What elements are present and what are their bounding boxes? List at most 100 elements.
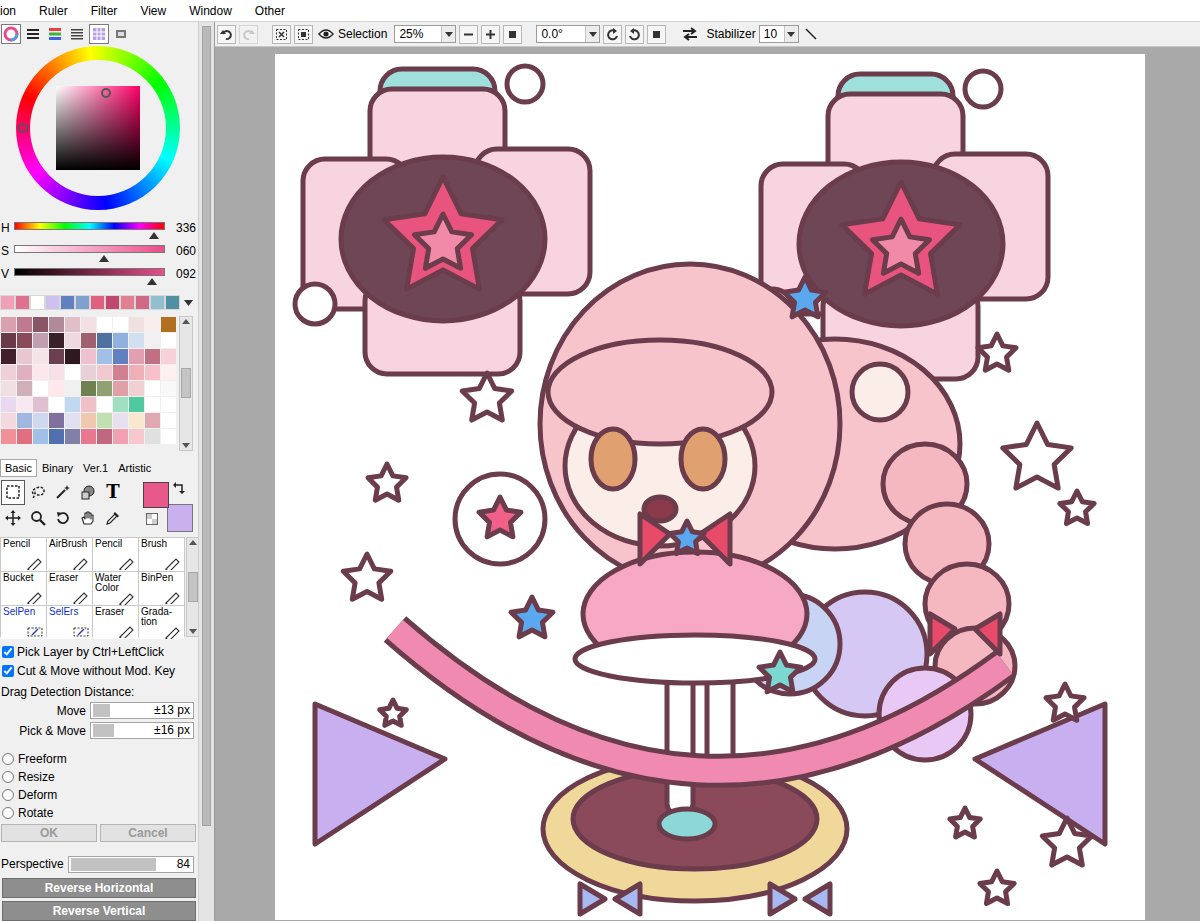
palette-swatch[interactable] [120, 295, 135, 310]
perspective-slider-track[interactable] [71, 858, 173, 871]
ok-button[interactable]: OK [1, 824, 97, 842]
undo-button[interactable] [217, 25, 236, 44]
color-mode-button[interactable] [67, 24, 87, 44]
swatch[interactable] [145, 413, 160, 428]
hand-tool[interactable] [76, 506, 100, 531]
brush-slot[interactable]: Pencil [1, 538, 46, 571]
swatch[interactable] [129, 381, 144, 396]
swatch[interactable] [17, 413, 32, 428]
swatch[interactable] [1, 381, 16, 396]
zoom-in-button[interactable] [481, 25, 500, 44]
drag-distance-slider-track[interactable] [93, 704, 150, 717]
swatch[interactable] [65, 349, 80, 364]
transform-mode-radio[interactable] [2, 771, 14, 783]
swatch[interactable] [129, 429, 144, 444]
swatch[interactable] [129, 365, 144, 380]
slider-track[interactable] [14, 245, 165, 253]
zoom-dropdown[interactable]: 25% [394, 25, 456, 43]
swatch[interactable] [129, 413, 144, 428]
swatch[interactable] [113, 397, 128, 412]
swatch[interactable] [81, 349, 96, 364]
palette-swatch[interactable] [165, 295, 180, 310]
palette-swatch[interactable] [75, 295, 90, 310]
swatch[interactable] [113, 381, 128, 396]
color-wheel[interactable] [16, 46, 180, 210]
brush-slot[interactable]: Pencil [93, 538, 138, 571]
swatch[interactable] [145, 317, 160, 332]
swatch[interactable] [81, 413, 96, 428]
artwork-canvas[interactable] [275, 54, 1145, 920]
swatch[interactable] [65, 317, 80, 332]
swatch[interactable] [1, 349, 16, 364]
zoom-out-button[interactable] [459, 25, 478, 44]
swatch[interactable] [65, 397, 80, 412]
swatch[interactable] [49, 333, 64, 348]
swatch[interactable] [113, 365, 128, 380]
menu-item[interactable]: Ruler [39, 1, 68, 21]
scrollbar-thumb[interactable] [202, 26, 211, 826]
swatch[interactable] [97, 413, 112, 428]
palette-swatch[interactable] [0, 295, 15, 310]
swatch[interactable] [49, 349, 64, 364]
swatch[interactable] [17, 349, 32, 364]
swatch[interactable] [1, 333, 16, 348]
panel-scrollbar[interactable] [198, 22, 215, 921]
swatch[interactable] [129, 317, 144, 332]
palette-swatch[interactable] [30, 295, 45, 310]
color-mode-button[interactable] [23, 24, 43, 44]
transform-mode-row[interactable]: Rotate [0, 804, 198, 822]
swatch[interactable] [65, 365, 80, 380]
swatch[interactable] [161, 333, 176, 348]
zoom-reset-button[interactable] [503, 25, 522, 44]
saturation-value-square[interactable] [56, 86, 140, 170]
swatch[interactable] [17, 397, 32, 412]
tool-tab[interactable]: Basic [0, 459, 37, 477]
rotate-right-button[interactable] [625, 25, 644, 44]
reverse-button[interactable]: Reverse Vertical [2, 901, 196, 921]
hue-ring-marker[interactable] [18, 123, 28, 133]
palette-swatch[interactable] [15, 295, 30, 310]
swatch[interactable] [81, 381, 96, 396]
palette-swatch[interactable] [150, 295, 165, 310]
swatch[interactable] [97, 429, 112, 444]
swatch[interactable] [145, 381, 160, 396]
reverse-button[interactable]: Reverse Horizontal [2, 878, 196, 898]
swatch[interactable] [49, 381, 64, 396]
swatch[interactable] [97, 365, 112, 380]
drag-distance-slider[interactable]: ±16 px [90, 722, 194, 739]
color-mode-button[interactable] [1, 24, 21, 44]
invert-selection-button[interactable] [294, 25, 313, 44]
swatch[interactable] [33, 365, 48, 380]
rotate-left-button[interactable] [603, 25, 622, 44]
brush-slot[interactable]: Brush [139, 538, 184, 571]
swatch[interactable] [17, 429, 32, 444]
swatch[interactable] [161, 365, 176, 380]
transform-mode-radio[interactable] [2, 807, 14, 819]
swatch[interactable] [81, 397, 96, 412]
brush-slot[interactable]: Water Color [93, 572, 138, 605]
swatch[interactable] [113, 349, 128, 364]
drag-distance-slider[interactable]: ±13 px [90, 702, 194, 719]
swatch[interactable] [161, 397, 176, 412]
swatch[interactable] [113, 429, 128, 444]
swatch[interactable] [17, 365, 32, 380]
shape-tool[interactable] [76, 480, 100, 505]
swatch[interactable] [145, 429, 160, 444]
palette-swatch[interactable] [45, 295, 60, 310]
swatch[interactable] [161, 349, 176, 364]
slider-marker[interactable] [149, 232, 159, 239]
swatch[interactable] [81, 317, 96, 332]
swatch[interactable] [145, 365, 160, 380]
scrollbar-thumb[interactable] [181, 368, 191, 398]
swatch[interactable] [65, 413, 80, 428]
swatch[interactable] [97, 333, 112, 348]
slider-marker[interactable] [99, 255, 109, 262]
swatch[interactable] [65, 429, 80, 444]
swatch[interactable] [161, 317, 176, 332]
swatch[interactable] [145, 333, 160, 348]
swatch[interactable] [49, 365, 64, 380]
selection-tool[interactable] [1, 480, 25, 505]
transform-mode-row[interactable]: Resize [0, 768, 198, 786]
primary-color[interactable] [143, 482, 169, 508]
angle-dropdown[interactable]: 0.0° [536, 25, 600, 43]
